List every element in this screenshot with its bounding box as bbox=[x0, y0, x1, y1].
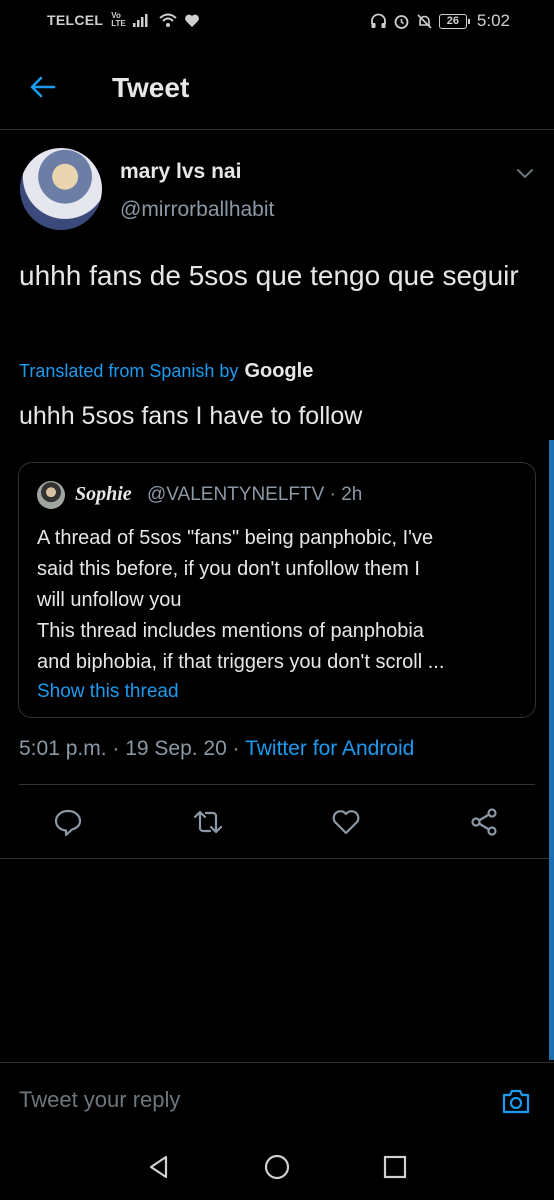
share-icon[interactable] bbox=[468, 806, 500, 838]
display-name[interactable]: mary lvs nai bbox=[120, 160, 241, 184]
timestamp: 5:01 p.m. · 19 Sep. 20 · bbox=[19, 737, 246, 760]
back-triangle-icon[interactable] bbox=[146, 1154, 172, 1180]
quoted-text: A thread of 5sos "fans" being panphobic,… bbox=[37, 523, 527, 678]
app-bar: Tweet bbox=[0, 50, 554, 130]
clock: 5:02 bbox=[476, 11, 510, 30]
divider bbox=[0, 858, 554, 859]
user-handle[interactable]: @mirrorballhabit bbox=[120, 198, 274, 222]
volte-indicator: Vo LTE bbox=[111, 12, 126, 28]
divider bbox=[19, 784, 535, 785]
battery-indicator: 26 bbox=[438, 13, 470, 29]
home-circle-icon[interactable] bbox=[264, 1154, 290, 1180]
tweet-text: uhhh fans de 5sos que tengo que seguir bbox=[19, 260, 519, 291]
quoted-avatar bbox=[37, 481, 65, 509]
alarm-icon bbox=[394, 14, 409, 29]
status-bar: TELCEL Vo LTE 26 5:02 bbox=[0, 0, 554, 44]
tweet-meta: 5:01 p.m. · 19 Sep. 20 · Twitter for And… bbox=[19, 737, 414, 761]
avatar[interactable] bbox=[20, 148, 102, 230]
wifi-icon bbox=[159, 13, 177, 27]
system-nav-bar bbox=[0, 1130, 554, 1200]
translated-label[interactable]: Translated from Spanish by bbox=[19, 361, 238, 382]
quoted-line: This thread includes mentions of panphob… bbox=[37, 620, 424, 642]
retweet-icon[interactable] bbox=[192, 806, 224, 838]
chevron-down-icon[interactable] bbox=[514, 162, 536, 184]
status-right: 26 5:02 bbox=[370, 11, 510, 31]
quoted-line: A thread of 5sos "fans" being panphobic,… bbox=[37, 527, 434, 549]
quoted-tweet[interactable]: Sophie @VALENTYNELFTV · 2h A thread of 5… bbox=[18, 462, 536, 718]
translation-text: uhhh 5sos fans I have to follow bbox=[19, 402, 363, 430]
carrier-label: TELCEL bbox=[47, 12, 104, 28]
arrow-left-icon[interactable] bbox=[28, 72, 58, 102]
translation-attribution[interactable]: Translated from Spanish by Google bbox=[19, 360, 313, 383]
headphones-icon bbox=[371, 13, 386, 28]
quoted-line: and biphobia, if that triggers you don't… bbox=[37, 651, 445, 673]
quoted-line: will unfollow you bbox=[37, 589, 182, 611]
google-logo: Google bbox=[244, 360, 314, 382]
source-link[interactable]: Twitter for Android bbox=[245, 737, 414, 760]
scrollbar[interactable] bbox=[549, 440, 554, 1060]
quoted-display-name: Sophie bbox=[75, 483, 132, 505]
action-bar bbox=[0, 800, 554, 844]
quoted-line: said this before, if you don't unfollow … bbox=[37, 558, 420, 580]
show-thread-link[interactable]: Show this thread bbox=[37, 681, 179, 703]
status-left: TELCEL Vo LTE bbox=[47, 12, 200, 28]
like-icon[interactable] bbox=[330, 806, 362, 838]
quoted-handle-time: @VALENTYNELFTV · 2h bbox=[147, 484, 363, 505]
reply-bar bbox=[0, 1062, 554, 1130]
page-title: Tweet bbox=[112, 72, 190, 103]
signal-icon bbox=[132, 14, 148, 27]
reply-icon[interactable] bbox=[52, 806, 84, 838]
screen: TELCEL Vo LTE 26 5:02 Tweet mary lvs nai… bbox=[0, 0, 554, 1200]
reply-input[interactable] bbox=[19, 1087, 419, 1113]
volte-bottom: LTE bbox=[111, 19, 126, 28]
mute-bell-icon bbox=[417, 13, 432, 29]
recents-square-icon[interactable] bbox=[382, 1154, 408, 1180]
heart-status-icon bbox=[184, 14, 199, 27]
camera-icon[interactable] bbox=[500, 1085, 532, 1117]
